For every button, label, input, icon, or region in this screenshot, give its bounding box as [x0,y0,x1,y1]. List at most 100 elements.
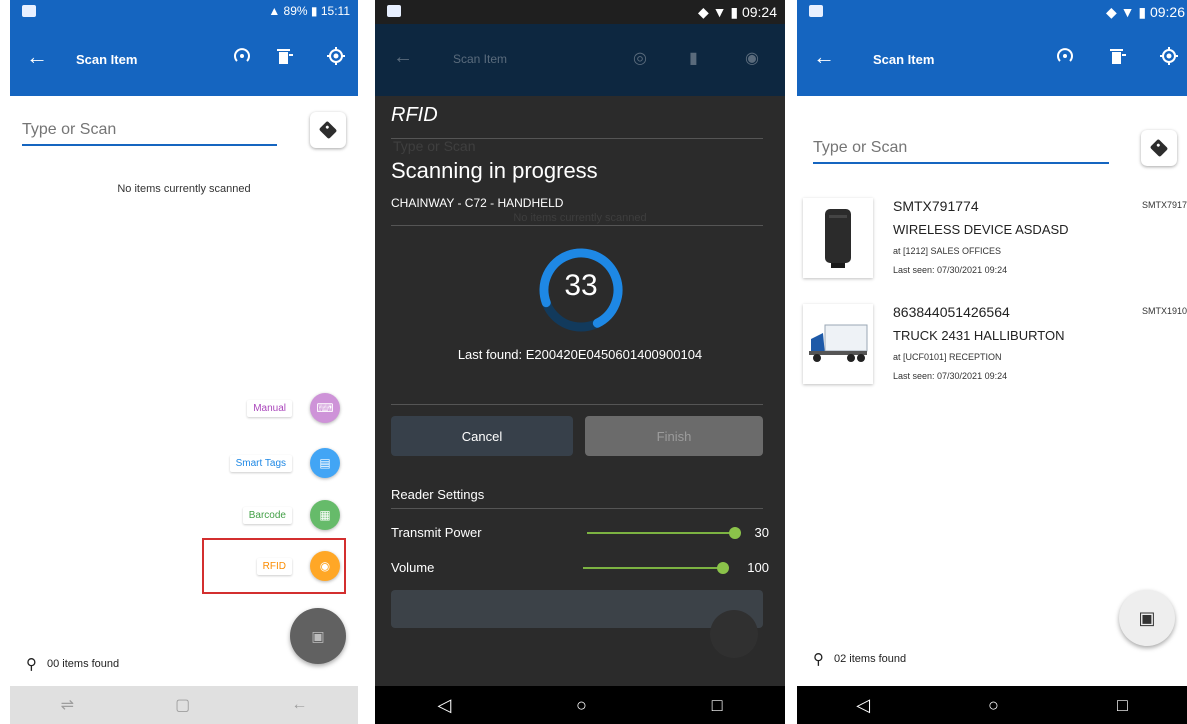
items-found-text: 02 items found [834,653,907,665]
fab-main-button[interactable]: ▣ [290,608,346,664]
reader-settings-title: Reader Settings [391,487,485,502]
signal-icon: ▲ [268,4,284,18]
tag-icon [1149,138,1169,158]
location-icon: ◆ ▼ ▮ [1105,4,1150,20]
transmit-power-label: Transmit Power [391,525,482,540]
system-nav-bar: ◁ ○ □ [375,686,785,724]
item-description: WIRELESS DEVICE ASDASD [893,222,1069,237]
locate-icon[interactable] [326,46,346,71]
location-icon: ◆ ▼ ▮ [697,4,742,20]
volume-thumb[interactable] [717,562,729,574]
rfid-highlight-box [202,538,346,594]
back-arrow-icon: ← [393,46,413,68]
locate-icon[interactable] [1159,46,1179,71]
recents-icon[interactable]: ⇌ [61,695,74,715]
last-found: Last found: E200420E0450601400900104 [375,347,785,362]
transmit-power-value: 30 [754,525,769,540]
fab-manual-label: Manual [247,399,292,417]
rfid-antenna-icon[interactable] [1055,46,1075,71]
fab-smart-tags[interactable]: Smart Tags ▤ [229,445,340,481]
recents-square-icon[interactable]: □ [712,695,723,716]
transmit-power-thumb[interactable] [729,527,741,539]
rfid-antenna-icon: ◎ [633,50,647,67]
fab-manual[interactable]: Manual ⌨ [247,390,340,426]
search-input[interactable] [22,116,277,146]
finish-button[interactable]: Finish [585,416,763,456]
list-item[interactable]: SMTX791774 SMTX791774 WIRELESS DEVICE AS… [797,192,1187,296]
volume-label: Volume [391,560,435,575]
item-last-seen: Last seen: 07/30/2021 09:24 [893,265,1008,275]
app-bar: ← Scan Item [10,24,358,96]
keyboard-icon[interactable]: ⌨ [310,393,340,423]
back-icon[interactable]: ← [291,696,307,714]
dimmed-fab [710,610,758,658]
back-arrow-icon[interactable]: ← [813,46,835,68]
divider [391,225,763,226]
dialog-footer-bar [391,590,763,628]
clear-list-icon[interactable] [1109,46,1127,71]
search-row [813,124,1177,172]
scan-device-icon: ▣ [1138,607,1156,628]
battery-level: 89% [283,4,308,18]
items-found-row: ⚲ 00 items found [26,655,119,673]
scan-count-ring: 33 [538,247,624,333]
back-triangle-icon[interactable]: ◁ [856,695,870,716]
page-title: Scan Item [873,52,935,67]
tag-scan-button[interactable] [1141,130,1177,166]
item-name: SMTX791774 [893,198,979,214]
progress-title: Scanning in progress [391,158,598,183]
page-title: Scan Item [76,52,138,67]
item-thumbnail [803,198,873,278]
last-found-value: E200420E0450601400900104 [525,347,703,362]
transmit-power-row: Transmit Power 30 [391,522,769,544]
reader-name: CHAINWAY - C72 - HANDHELD [391,196,564,210]
clear-list-icon: ▮ [689,50,698,67]
list-item[interactable]: 863844051426564 SMTX1910 TRUCK 2431 HALL… [797,298,1187,402]
fab-main-button[interactable]: ▣ [1119,590,1175,646]
barcode-icon[interactable]: ▦ [310,500,340,530]
cancel-button[interactable]: Cancel [391,416,573,456]
dimmed-title: Scan Item [453,52,508,66]
divider [391,508,763,509]
search-row [22,106,346,154]
fab-barcode[interactable]: Barcode ▦ [242,497,340,533]
smart-tag-icon[interactable]: ▤ [310,448,340,478]
scan-count: 33 [564,269,598,302]
item-code: SMTX791774 [1141,200,1187,210]
status-time: 09:24 [741,4,777,20]
empty-message: No items currently scanned [117,183,251,195]
home-circle-icon[interactable]: ○ [988,695,999,716]
back-triangle-icon[interactable]: ◁ [437,695,451,716]
item-description: TRUCK 2431 HALLIBURTON [893,328,1065,343]
locate-icon: ◉ [745,50,759,67]
status-bar: ▲ 89% ▮ 15:11 [10,0,358,24]
truck-image [809,324,868,362]
item-name: 863844051426564 [893,304,1010,320]
search-input[interactable] [813,134,1109,164]
system-nav-bar: ◁ ○ □ [797,686,1187,724]
volume-slider[interactable] [583,567,723,569]
notification-icon [22,5,36,17]
recents-square-icon[interactable]: □ [1117,695,1128,716]
home-icon[interactable]: ▢ [175,695,190,715]
back-arrow-icon[interactable]: ← [26,46,48,68]
status-right: ◆ ▼ ▮ 09:26 [1106,4,1185,21]
rfid-antenna-icon[interactable] [232,46,252,71]
item-last-seen: Last seen: 07/30/2021 09:24 [893,371,1008,381]
search-icon[interactable]: ⚲ [26,655,37,673]
search-icon[interactable]: ⚲ [813,650,824,668]
dimmed-app-bar: ← Scan Item ◎ ▮ ◉ [375,24,785,96]
item-thumbnail [803,304,873,384]
scan-device-icon: ▣ [311,627,325,644]
tag-scan-button[interactable] [310,112,346,148]
item-location: at [1212] SALES OFFICES [893,246,1002,256]
app-bar: ← Scan Item [797,24,1187,96]
transmit-power-slider[interactable] [587,532,735,534]
home-circle-icon[interactable]: ○ [576,695,587,716]
wireless-device-image [825,209,851,268]
status-right: ▲ 89% ▮ 15:11 [268,4,350,18]
status-bar: ◆ ▼ ▮ 09:26 [797,0,1187,24]
clear-list-icon[interactable] [276,46,294,71]
status-time: 09:26 [1149,4,1185,20]
volume-row: Volume 100 [391,557,769,579]
